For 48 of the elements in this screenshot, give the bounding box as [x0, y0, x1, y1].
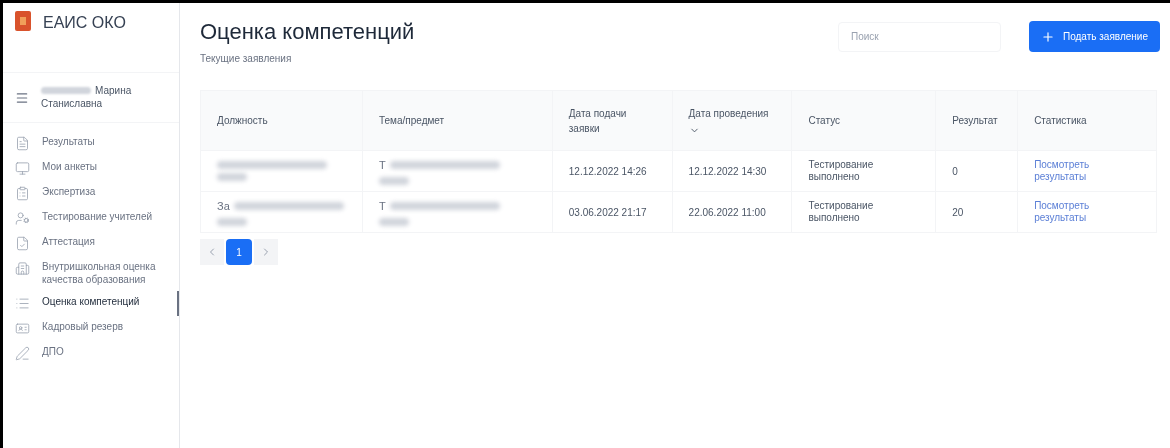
- column-header[interactable]: Дата проведения: [672, 90, 792, 151]
- table-cell: Тестирование выполнено: [791, 150, 936, 192]
- subject-cell: Т: [379, 156, 536, 186]
- emblem-icon: [15, 11, 31, 31]
- position-cell: За: [217, 197, 346, 227]
- column-header[interactable]: Статус: [791, 90, 936, 151]
- sidebar-item[interactable]: Результаты: [3, 131, 179, 156]
- search-field[interactable]: Поиск: [838, 21, 1001, 52]
- column-header[interactable]: Дата подачи заявки: [552, 90, 673, 151]
- app-title: ЕАИС ОКО: [43, 13, 126, 33]
- id-card-icon: [15, 321, 30, 336]
- list-icon: [15, 296, 30, 311]
- page-title: Оценка компетенций: [200, 21, 415, 43]
- sidebar-item[interactable]: Оценка компетенций: [3, 291, 179, 316]
- sidebar-item[interactable]: Аттестация: [3, 231, 179, 256]
- monitor-icon: [15, 161, 30, 176]
- sidebar-item[interactable]: Экспертиза: [3, 181, 179, 206]
- sidebar-item[interactable]: Мои анкеты: [3, 156, 179, 181]
- sidebar-item[interactable]: Тестирование учителей: [3, 206, 179, 231]
- plus-icon: [1041, 29, 1055, 44]
- document-icon: [15, 136, 30, 151]
- pen-icon: [15, 346, 30, 361]
- sidebar-item[interactable]: ДПО: [3, 341, 179, 366]
- view-results-link[interactable]: Посмотреть результаты: [1034, 199, 1105, 225]
- table-cell: 20: [935, 191, 1018, 233]
- table-cell: 0: [935, 150, 1018, 192]
- table-cell: Тестирование выполнено: [791, 191, 936, 233]
- column-header[interactable]: Статистика: [1017, 90, 1157, 151]
- table-cell: 03.06.2022 21:17: [552, 191, 673, 233]
- subject-cell: Т: [379, 197, 536, 227]
- table-cell: 12.12.2022 14:30: [672, 150, 792, 192]
- user-name: Марина Станиславна: [41, 85, 132, 110]
- column-header[interactable]: Тема/предмет: [362, 90, 553, 151]
- page-subtitle: Текущие заявления: [200, 52, 293, 66]
- sidebar-item[interactable]: Внутришкольная оценка качества образования: [3, 256, 179, 291]
- view-results-link[interactable]: Посмотреть результаты: [1034, 158, 1105, 184]
- sidebar-item[interactable]: Кадровый резерв: [3, 316, 179, 341]
- document-icon: [15, 236, 30, 251]
- clipboard-icon: [15, 186, 30, 201]
- building-icon: [15, 261, 30, 276]
- table-cell: 12.12.2022 14:26: [552, 150, 673, 192]
- person-icon: [15, 211, 30, 226]
- add-request-button[interactable]: Подать заявление: [1029, 21, 1160, 52]
- column-header[interactable]: Результат: [935, 90, 1018, 151]
- page-button[interactable]: 1: [226, 239, 252, 265]
- table-cell: 22.06.2022 11:00: [672, 191, 792, 233]
- column-header[interactable]: Должность: [200, 90, 363, 151]
- menu-icon[interactable]: [15, 90, 29, 105]
